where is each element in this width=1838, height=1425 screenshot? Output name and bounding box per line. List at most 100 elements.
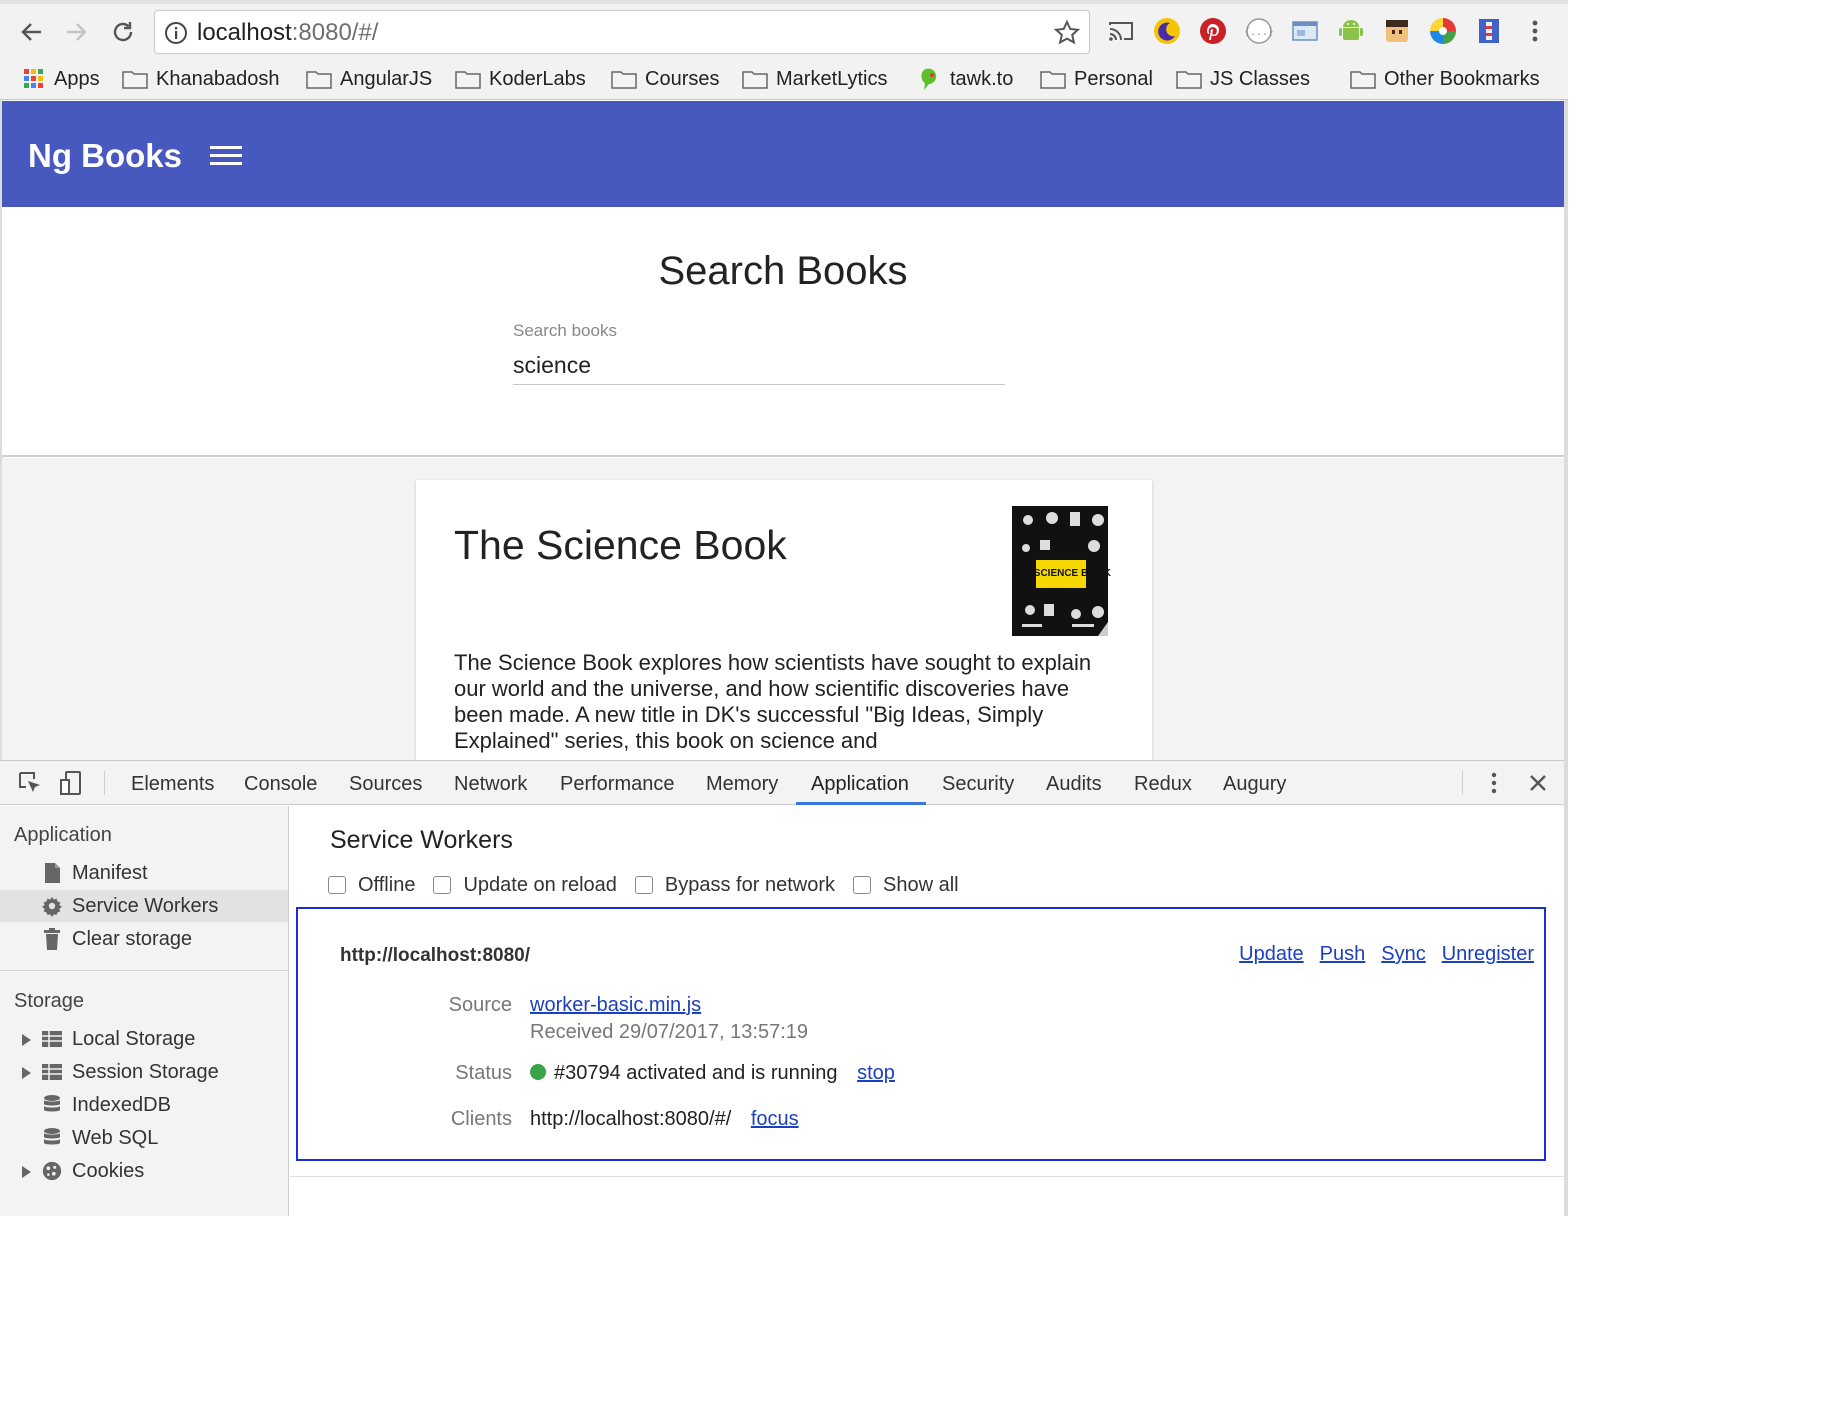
book-card[interactable]: The Science Book THE SCIENCE BOOK The Sc…: [416, 480, 1152, 770]
bookmark-folder-angularjs[interactable]: AngularJS: [306, 66, 432, 92]
tab-security[interactable]: Security: [942, 771, 1014, 797]
window-resizer-icon[interactable]: [1290, 16, 1320, 46]
close-devtools-icon[interactable]: [1524, 769, 1552, 797]
bookmarks-bar: Apps Khanabadosh AngularJS KoderLabs Cou…: [0, 58, 1568, 100]
panel-bottom-divider: [290, 1176, 1564, 1177]
sidebar-divider: [0, 970, 288, 971]
url-path: :8080/#/: [291, 19, 379, 46]
browser-toolbar: localhost:8080/#/ {...}: [0, 0, 1568, 58]
cookie-icon: [42, 1161, 62, 1181]
offline-checkbox[interactable]: [328, 876, 346, 894]
source-file-link[interactable]: worker-basic.min.js: [530, 994, 701, 1016]
sidebar-item-clear-storage[interactable]: Clear storage: [0, 923, 288, 955]
tab-redux[interactable]: Redux: [1134, 771, 1192, 797]
bookmark-folder-js-classes[interactable]: JS Classes: [1176, 66, 1310, 92]
bypass-for-network-option[interactable]: Bypass for network: [634, 874, 835, 897]
service-worker-entry: http://localhost:8080/ Update Push Sync …: [296, 907, 1546, 1161]
show-all-checkbox[interactable]: [852, 876, 871, 894]
sw-options: Offline Update on reload Bypass for netw…: [328, 872, 977, 898]
bookmark-folder-marketlytics[interactable]: MarketLytics: [742, 66, 888, 92]
gear-icon: [41, 896, 63, 917]
tab-application[interactable]: Application: [811, 771, 909, 797]
forward-button[interactable]: [58, 14, 94, 50]
book-title[interactable]: The Science Book: [454, 520, 787, 570]
bookmark-folder-other[interactable]: Other Bookmarks: [1350, 66, 1540, 92]
sync-link[interactable]: Sync: [1381, 943, 1425, 966]
clients-value: http://localhost:8080/#/ focus: [530, 1108, 799, 1131]
book-cover-title: THE SCIENCE BOOK: [1012, 568, 1112, 579]
update-link[interactable]: Update: [1239, 943, 1304, 966]
bookmark-folder-courses[interactable]: Courses: [611, 66, 719, 92]
bookmark-apps[interactable]: Apps: [22, 66, 100, 92]
stop-link[interactable]: stop: [857, 1062, 895, 1084]
url-text[interactable]: localhost:8080/#/: [197, 20, 378, 46]
push-link[interactable]: Push: [1320, 943, 1366, 966]
browser-menu-icon[interactable]: [1520, 16, 1550, 46]
tab-elements[interactable]: Elements: [131, 771, 214, 797]
reload-icon: [113, 22, 133, 42]
source-label: Source: [448, 994, 512, 1016]
back-arrow-icon: [21, 23, 41, 41]
update-on-reload-checkbox[interactable]: [433, 876, 452, 894]
sidebar-heading-storage: Storage: [14, 990, 85, 1012]
tab-augury[interactable]: Augury: [1223, 771, 1286, 797]
devtools-menu-icon[interactable]: [1480, 769, 1508, 797]
search-input[interactable]: [513, 347, 1005, 385]
tab-sources[interactable]: Sources: [349, 771, 422, 797]
color-picker-icon[interactable]: [1428, 16, 1458, 46]
bookmark-star-icon[interactable]: [1053, 19, 1081, 47]
update-on-reload-option[interactable]: Update on reload: [433, 874, 617, 897]
json-viewer-icon[interactable]: {...}: [1244, 16, 1274, 46]
folder-icon: [455, 71, 481, 89]
bypass-for-network-checkbox[interactable]: [634, 876, 653, 894]
pinterest-icon[interactable]: [1198, 16, 1228, 46]
hamburger-menu-icon[interactable]: [208, 141, 244, 171]
cast-icon[interactable]: [1106, 16, 1136, 46]
sidebar-item-indexeddb[interactable]: IndexedDB: [0, 1089, 288, 1121]
reload-button[interactable]: [105, 14, 141, 50]
bookmark-folder-personal[interactable]: Personal: [1040, 66, 1153, 92]
tab-console[interactable]: Console: [244, 771, 317, 797]
info-icon[interactable]: [163, 20, 189, 46]
sw-actions: Update Push Sync Unregister: [1223, 943, 1534, 966]
tab-performance[interactable]: Performance: [560, 771, 675, 797]
night-mode-extension-icon[interactable]: [1152, 16, 1182, 46]
offline-option[interactable]: Offline: [328, 874, 415, 897]
sidebar-item-service-workers[interactable]: Service Workers: [0, 890, 288, 922]
ghostery-icon[interactable]: [1382, 16, 1412, 46]
device-toolbar-icon[interactable]: [58, 769, 86, 797]
expand-triangle-icon[interactable]: [22, 1034, 31, 1046]
status-label: Status: [455, 1062, 512, 1084]
bookmark-tawkto[interactable]: tawk.to: [918, 66, 1013, 92]
address-bar[interactable]: localhost:8080/#/: [154, 10, 1090, 54]
unregister-link[interactable]: Unregister: [1442, 943, 1534, 966]
lighthouse-icon[interactable]: [1474, 16, 1504, 46]
status-text: #30794 activated and is running: [554, 1062, 838, 1084]
sw-scope-url: http://localhost:8080/: [340, 945, 531, 966]
tab-network[interactable]: Network: [454, 771, 527, 797]
client-url: http://localhost:8080/#/: [530, 1108, 732, 1130]
bookmark-folder-koderlabs[interactable]: KoderLabs: [455, 66, 586, 92]
clients-label: Clients: [450, 1108, 512, 1130]
folder-icon: [1350, 71, 1376, 89]
sidebar-item-session-storage[interactable]: Session Storage: [0, 1056, 288, 1088]
bookmark-label: Personal: [1074, 67, 1153, 90]
grid-table-icon: [42, 1031, 62, 1047]
bookmark-folder-khanabadosh[interactable]: Khanabadosh: [122, 66, 279, 92]
expand-triangle-icon[interactable]: [22, 1166, 31, 1178]
sidebar-item-local-storage[interactable]: Local Storage: [0, 1023, 288, 1055]
sidebar-item-manifest[interactable]: Manifest: [0, 857, 288, 889]
sidebar-item-cookies[interactable]: Cookies: [0, 1155, 288, 1187]
tab-memory[interactable]: Memory: [706, 771, 778, 797]
inspect-element-icon[interactable]: [16, 769, 44, 797]
show-all-option[interactable]: Show all: [852, 874, 959, 897]
back-button[interactable]: [14, 14, 50, 50]
folder-icon: [742, 71, 768, 89]
sidebar-item-web-sql[interactable]: Web SQL: [0, 1122, 288, 1154]
status-running-dot-icon: [530, 1064, 546, 1080]
tab-audits[interactable]: Audits: [1046, 771, 1102, 797]
app-brand[interactable]: Ng Books: [28, 136, 182, 176]
expand-triangle-icon[interactable]: [22, 1067, 31, 1079]
focus-link[interactable]: focus: [751, 1108, 799, 1130]
android-icon[interactable]: [1336, 16, 1366, 46]
